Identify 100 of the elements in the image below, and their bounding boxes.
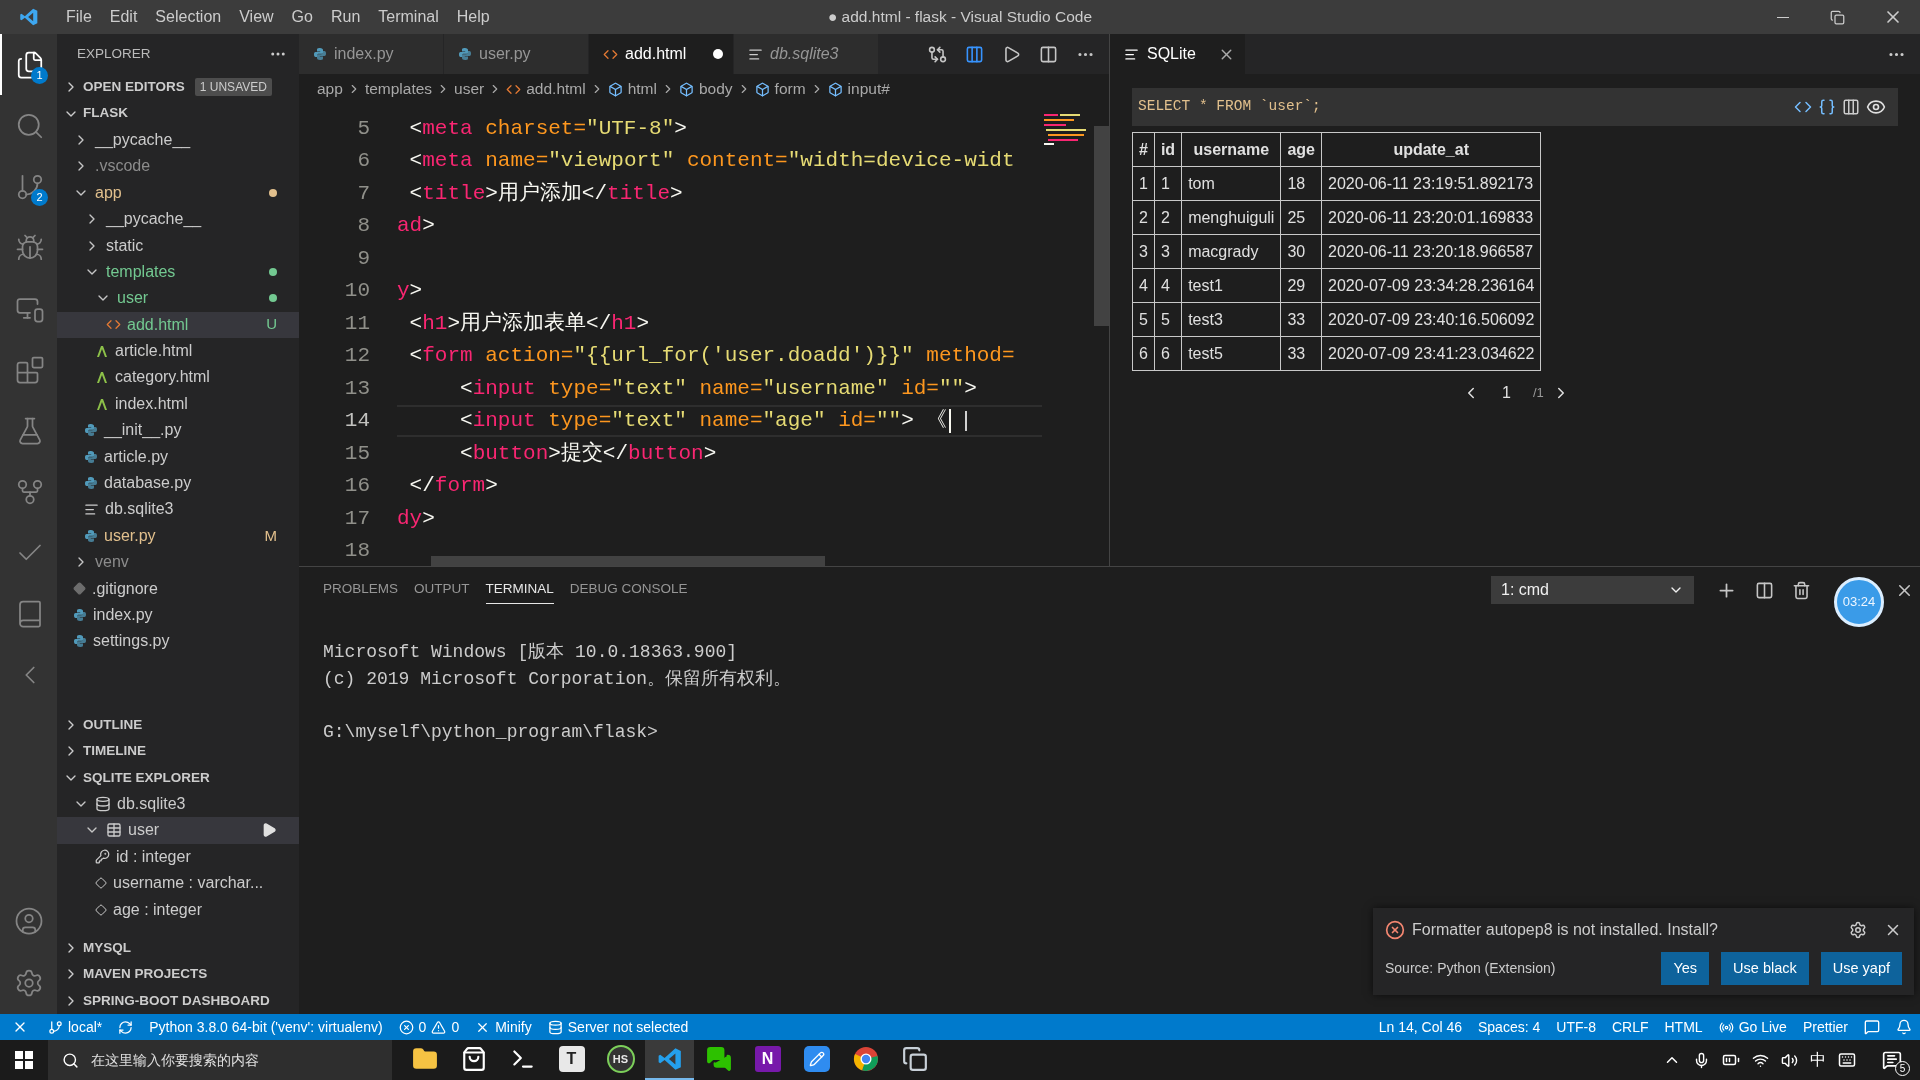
tree-item[interactable]: username : varchar...	[57, 870, 299, 897]
taskbar-search-box[interactable]: 在这里输入你要搜索的内容	[48, 1040, 392, 1080]
editor-tab[interactable]: add.html	[589, 34, 734, 74]
terminal-select[interactable]: 1: cmd	[1491, 576, 1694, 604]
breadcrumb-item[interactable]: user	[454, 77, 485, 101]
ime-indicator[interactable]: 中	[1810, 1048, 1826, 1072]
status-item[interactable]: UTF-8	[1548, 1014, 1604, 1040]
tree-item[interactable]: db.sqlite3	[57, 790, 299, 818]
taskbar-app[interactable]: T	[547, 1040, 596, 1080]
keyboard-icon[interactable]	[1838, 1051, 1856, 1069]
status-item[interactable]: CRLF	[1603, 1014, 1657, 1040]
tree-item[interactable]: settings.py	[57, 628, 299, 655]
section-header[interactable]: SQLITE EXPLORER	[57, 764, 299, 791]
go-live-button[interactable]: Go Live	[1710, 1014, 1795, 1040]
status-item[interactable]: Python 3.8.0 64-bit ('venv': virtualenv)	[141, 1014, 391, 1040]
branch-button[interactable]: local*	[40, 1014, 111, 1040]
horizontal-scrollbar[interactable]	[431, 556, 825, 566]
tree-item[interactable]: __pycache__	[57, 126, 299, 154]
section-header[interactable]: TIMELINE	[57, 738, 299, 765]
menu-item[interactable]: Help	[447, 5, 499, 29]
section-header[interactable]: OUTLINE	[57, 711, 299, 739]
play-icon[interactable]	[261, 822, 277, 839]
status-item[interactable]: Ln 14, Col 46	[1370, 1014, 1470, 1040]
editor-tab[interactable]: index.py	[299, 34, 444, 74]
breadcrumb-item[interactable]: form	[754, 77, 806, 101]
tree-item[interactable]: age : integer	[57, 896, 299, 923]
breadcrumb-item[interactable]: add.html	[506, 77, 586, 101]
section-header[interactable]: MYSQL	[57, 934, 299, 962]
microphone-icon[interactable]	[1693, 1051, 1710, 1069]
menu-item[interactable]: View	[230, 5, 283, 29]
menu-item[interactable]: Selection	[146, 5, 231, 29]
menu-item[interactable]: Terminal	[369, 5, 448, 29]
split-editor-icon[interactable]	[1039, 44, 1058, 64]
breadcrumb-item[interactable]: templates	[364, 77, 433, 101]
editor-tab[interactable]: db.sqlite3	[734, 34, 879, 74]
trash-icon[interactable]	[1792, 580, 1811, 600]
tree-item[interactable]: static	[57, 232, 299, 259]
panel-tab[interactable]: PROBLEMS	[323, 576, 399, 604]
braces-icon[interactable]	[1818, 98, 1836, 116]
activity-item[interactable]: 2	[0, 156, 57, 217]
taskbar-search-field[interactable]: 在这里输入你要搜索的内容	[91, 1049, 381, 1071]
tree-item[interactable]: templates	[57, 258, 299, 286]
menu-item[interactable]: Run	[321, 5, 370, 29]
tree-item[interactable]: index.py	[57, 601, 299, 629]
menu-item[interactable]: Edit	[100, 5, 147, 29]
section-header[interactable]: OPEN EDITORS 1 UNSAVED	[57, 74, 299, 101]
editor-tab[interactable]: user.py	[444, 34, 589, 74]
menu-item[interactable]: Go	[282, 5, 322, 29]
tree-item[interactable]: add.html U	[57, 311, 299, 338]
tree-item[interactable]: user	[57, 817, 299, 844]
taskbar-app[interactable]: N	[743, 1040, 792, 1080]
bug-icon[interactable]	[14, 232, 45, 263]
section-header[interactable]: FLASK	[57, 100, 299, 127]
tree-item[interactable]: venv	[57, 549, 299, 576]
server-button[interactable]: Server not selected	[539, 1014, 697, 1040]
breadcrumb-item[interactable]: html	[607, 77, 657, 101]
tree-item[interactable]: article.html	[57, 337, 299, 365]
tree-item[interactable]: id : integer	[57, 843, 299, 870]
tree-item[interactable]: user.py M	[57, 522, 299, 550]
panel-tab[interactable]: TERMINAL	[485, 576, 554, 604]
notification-button[interactable]: Use black	[1721, 952, 1809, 985]
split-terminal-icon[interactable]	[1755, 580, 1774, 600]
tree-item[interactable]: __pycache__	[57, 205, 299, 233]
tree-item[interactable]: category.html	[57, 364, 299, 391]
breadcrumb-item[interactable]: app	[317, 77, 343, 101]
tree-item[interactable]: database.py	[57, 469, 299, 497]
account-icon[interactable]	[13, 906, 44, 936]
taskbar-app[interactable]: HS	[596, 1040, 645, 1080]
problems-button[interactable]: 0 0	[390, 1014, 468, 1040]
tree-item[interactable]: .vscode	[57, 153, 299, 180]
status-item[interactable]: HTML	[1656, 1014, 1711, 1040]
tree-item[interactable]: app	[57, 179, 299, 206]
section-header[interactable]: MAVEN PROJECTS	[57, 961, 299, 988]
tree-item[interactable]: db.sqlite3	[57, 496, 299, 523]
panel-tab[interactable]: DEBUG CONSOLE	[569, 576, 688, 604]
breadcrumb-item[interactable]: body	[679, 77, 733, 101]
chat-bubbles-icon	[705, 1046, 732, 1072]
scrollbar-thumb[interactable]	[1094, 126, 1109, 326]
tree-item[interactable]: .gitignore	[57, 575, 299, 602]
menu-item[interactable]: File	[57, 5, 101, 29]
columns-icon[interactable]	[1842, 98, 1860, 116]
eye-icon[interactable]	[1866, 97, 1886, 117]
breadcrumb-item[interactable]: input#	[827, 77, 890, 101]
panel-tab[interactable]: OUTPUT	[414, 576, 470, 604]
tree-item[interactable]: user	[57, 285, 299, 312]
notification-button[interactable]: Yes	[1661, 952, 1710, 985]
tree-item[interactable]: article.py	[57, 443, 299, 470]
compare-icon[interactable]	[928, 44, 947, 64]
run-icon[interactable]	[1002, 44, 1021, 64]
settings-icon[interactable]	[1849, 921, 1867, 939]
status-item[interactable]: Spaces: 4	[1470, 1014, 1549, 1040]
tree-item[interactable]: __init__.py	[57, 417, 299, 444]
section-header[interactable]: SPRING-BOOT DASHBOARD	[57, 987, 299, 1014]
status-item[interactable]: Prettier	[1794, 1014, 1856, 1040]
notification-button[interactable]: Use yapf	[1820, 952, 1902, 985]
volume-icon[interactable]	[1781, 1051, 1798, 1069]
minify-button[interactable]: Minify	[467, 1014, 540, 1040]
blocks-icon[interactable]	[14, 354, 45, 385]
editor-tab[interactable]: SQLite	[1110, 34, 1245, 74]
tree-item[interactable]: index.html	[57, 390, 299, 418]
